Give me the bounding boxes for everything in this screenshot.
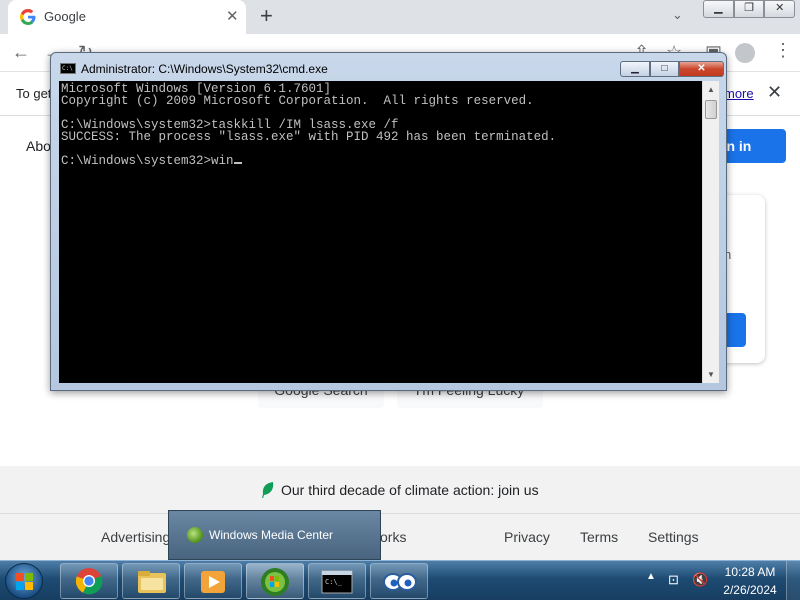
scroll-up-arrow-icon[interactable]: ▲	[703, 81, 719, 98]
network-icon[interactable]: ⊡	[668, 572, 679, 588]
footer-climate-row: Our third decade of climate action: join…	[0, 466, 800, 514]
infobar-text: To get	[16, 86, 52, 101]
win-flag-red	[16, 573, 24, 581]
remote-assistance-icon	[383, 573, 417, 591]
tab-search-chevron-icon[interactable]: ⌄	[672, 7, 683, 23]
console-prompt-text: C:\Windows\system32>win	[61, 154, 234, 168]
footer-terms-link[interactable]: Terms	[580, 529, 618, 545]
clock-date[interactable]: 2/26/2024	[720, 583, 780, 597]
leaf-icon	[262, 482, 274, 498]
footer-advertising-link[interactable]: Advertising	[101, 529, 170, 545]
clock-time[interactable]: 10:28 AM	[722, 565, 778, 579]
console-line: Copyright (c) 2009 Microsoft Corporation…	[61, 94, 534, 108]
tab-google[interactable]: Google ✕	[8, 0, 246, 34]
cmd-minimize-button[interactable]: ▁	[620, 61, 650, 77]
start-orb-icon[interactable]	[5, 563, 43, 599]
tab-close-icon[interactable]: ✕	[226, 7, 239, 25]
tray-expand-icon[interactable]: ▲	[646, 571, 656, 582]
about-link[interactable]: Abo	[26, 138, 51, 154]
win-flag-green	[25, 573, 33, 581]
taskbar-chrome-button[interactable]	[60, 563, 118, 599]
taskbar-explorer-button[interactable]	[122, 563, 180, 599]
console-prompt-line[interactable]: C:\Windows\system32>win	[61, 155, 702, 167]
taskbar-remote-assistance-button[interactable]	[370, 563, 428, 599]
tab-strip: Google ✕ + ⌄ ▁ ❐ ✕	[0, 0, 800, 34]
maximize-button[interactable]: ❐	[733, 0, 765, 18]
media-center-icon	[261, 568, 289, 596]
infobar-learn-more-link[interactable]: more	[724, 86, 754, 101]
chrome-icon	[75, 568, 103, 595]
footer-how-search-works-link[interactable]: orks	[380, 529, 406, 545]
win-flag-blue	[16, 582, 24, 590]
taskbar-media-center-button[interactable]	[246, 563, 304, 599]
cmd-window-icon: C:\	[60, 63, 76, 74]
back-arrow-icon[interactable]: ←	[12, 42, 30, 63]
taskbar-media-player-button[interactable]	[184, 563, 242, 599]
media-center-icon	[187, 527, 203, 543]
page-footer: Our third decade of climate action: join…	[0, 466, 800, 560]
cmd-title: Administrator: C:\Windows\System32\cmd.e…	[81, 62, 328, 76]
infobar-close-icon[interactable]: ✕	[767, 82, 782, 103]
taskbar-cmd-button[interactable]: C:\_	[308, 563, 366, 599]
google-g-icon	[20, 9, 36, 25]
menu-icon[interactable]: ⋮	[774, 40, 792, 61]
footer-privacy-link[interactable]: Privacy	[504, 529, 550, 545]
volume-muted-icon[interactable]: 🔇	[692, 572, 708, 588]
avatar-icon[interactable]	[735, 43, 755, 63]
cmd-window[interactable]: C:\ Administrator: C:\Windows\System32\c…	[50, 52, 727, 391]
cmd-close-button[interactable]: ✕	[679, 61, 724, 77]
taskbar-tooltip: Windows Media Center	[168, 510, 381, 560]
svg-text:C:\_: C:\_	[325, 578, 343, 586]
new-tab-button[interactable]: +	[260, 3, 273, 29]
tooltip-text: Windows Media Center	[209, 528, 334, 542]
show-desktop-button[interactable]	[786, 561, 800, 600]
cmd-maximize-button[interactable]: □	[650, 61, 679, 77]
taskbar: C:\_	[0, 560, 800, 600]
win-flag-yellow	[25, 582, 33, 590]
text-cursor	[233, 162, 242, 164]
command-prompt-icon: C:\_	[321, 570, 353, 594]
tab-title: Google	[44, 9, 86, 24]
browser-window-controls: ▁ ❐ ✕	[703, 0, 796, 18]
footer-settings-link[interactable]: Settings	[648, 529, 699, 545]
media-player-icon	[201, 571, 225, 593]
cmd-scrollbar[interactable]: ▲ ▼	[702, 81, 719, 383]
scrollbar-thumb[interactable]	[705, 100, 717, 119]
console-line: SUCCESS: The process "lsass.exe" with PI…	[61, 130, 557, 144]
cmd-titlebar[interactable]: C:\ Administrator: C:\Windows\System32\c…	[51, 53, 726, 81]
cmd-window-controls: ▁ □ ✕	[620, 61, 724, 77]
folder-icon	[138, 571, 166, 593]
scroll-down-arrow-icon[interactable]: ▼	[703, 366, 719, 383]
cmd-console[interactable]: Microsoft Windows [Version 6.1.7601] Cop…	[59, 81, 702, 383]
minimize-button[interactable]: ▁	[703, 0, 734, 18]
climate-action-link[interactable]: Our third decade of climate action: join…	[281, 482, 539, 498]
close-button[interactable]: ✕	[764, 0, 796, 18]
